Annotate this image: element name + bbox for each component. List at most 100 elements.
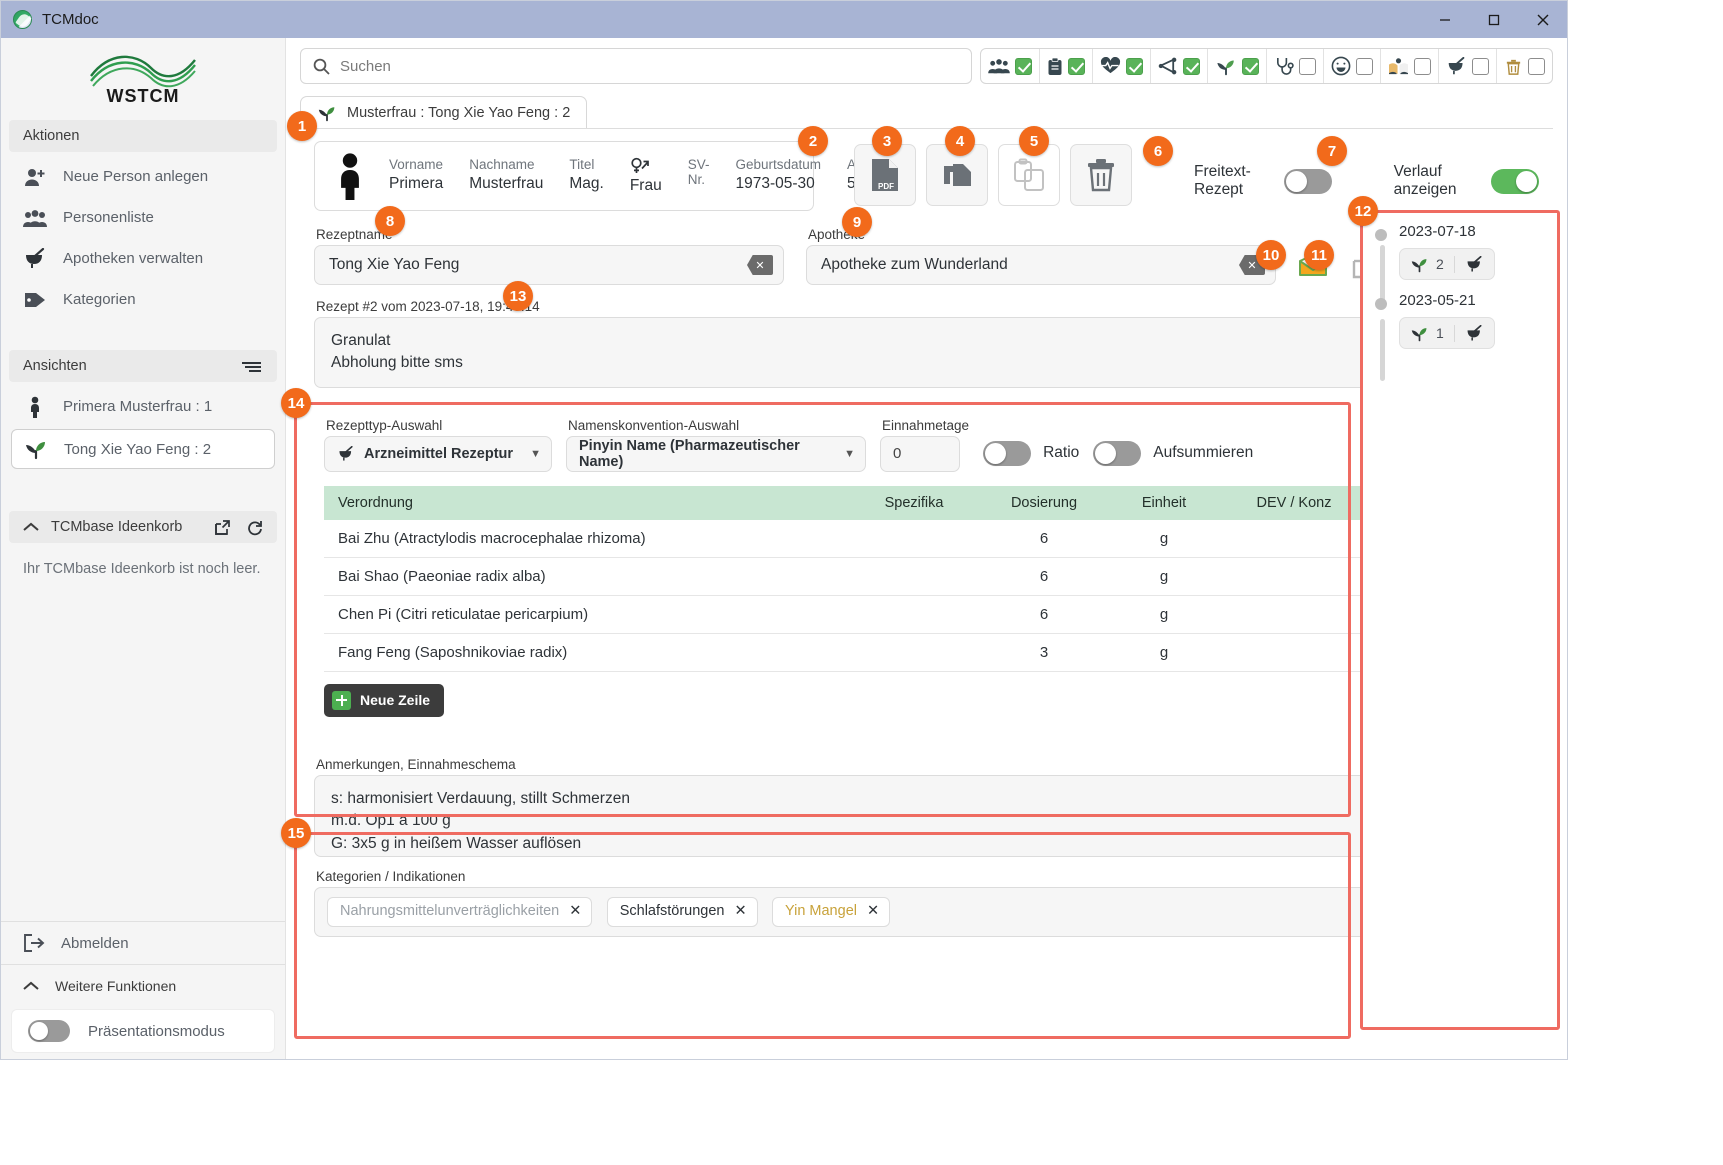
badge-3: 3 <box>872 126 902 156</box>
sidebar-item-label: Apotheken verwalten <box>63 250 203 267</box>
timeline-pill[interactable]: 1 <box>1399 317 1495 349</box>
filter-diagnose[interactable] <box>1093 49 1151 83</box>
field-value: Frau <box>630 177 662 195</box>
sidebar-item-neue-person-anlegen[interactable]: Neue Person anlegen <box>1 156 285 197</box>
filter-untersuchung[interactable] <box>1267 49 1324 83</box>
filter-akupunktur-checkbox[interactable] <box>1183 58 1200 75</box>
svg-text:WSTCM: WSTCM <box>107 86 180 106</box>
close-button[interactable] <box>1518 1 1567 38</box>
timeline-pill[interactable]: 2 <box>1399 248 1495 280</box>
timeline-rail <box>1379 227 1386 1017</box>
verlauf-anzeigen-toggle[interactable] <box>1491 169 1539 194</box>
timeline-rezept-segment[interactable]: 1 <box>1400 325 1454 342</box>
new-row-button[interactable]: Neue Zeile <box>324 684 444 717</box>
sidebar-item-weitere-funktionen[interactable]: Weitere Funktionen <box>1 965 285 1007</box>
list-options-icon[interactable] <box>241 359 263 373</box>
column-dosierung[interactable]: Dosierung <box>984 486 1104 520</box>
filter-apotheke[interactable] <box>1439 49 1497 83</box>
remove-icon[interactable]: ✕ <box>569 901 581 922</box>
ratio-toggle[interactable] <box>983 441 1031 466</box>
namenskonvention-select[interactable]: Pinyin Name (Pharmazeutischer Name) ▼ <box>566 436 866 472</box>
table-row[interactable]: Bai Zhu (Atractylodis macrocephalae rhiz… <box>324 520 1364 558</box>
badge-8: 8 <box>375 206 405 236</box>
window-title: TCMdoc <box>42 11 99 28</box>
window-controls <box>1420 1 1567 38</box>
filter-befund-checkbox[interactable] <box>1068 58 1085 75</box>
sidebar-section-ideenkorb[interactable]: TCMbase Ideenkorb <box>9 511 277 543</box>
presentation-mode-row[interactable]: Präsentationsmodus <box>11 1009 275 1053</box>
column-verordnung[interactable]: Verordnung <box>324 486 844 520</box>
sidebar-item-label: Personenliste <box>63 209 154 226</box>
aufsummieren-label: Aufsummieren <box>1153 444 1253 462</box>
column-dev-konz[interactable]: DEV / Konz <box>1224 486 1364 520</box>
filter-diagnose-checkbox[interactable] <box>1126 58 1143 75</box>
table-row[interactable]: Fang Feng (Saposhnikoviae radix) 3 g <box>324 633 1364 671</box>
sidebar-item-label: Weitere Funktionen <box>55 978 176 994</box>
notes-box[interactable]: s: harmonisiert Verdauung, stillt Schmer… <box>314 775 1374 857</box>
table-row[interactable]: Chen Pi (Citri reticulatae pericarpium) … <box>324 595 1364 633</box>
rezeptname-input[interactable]: Tong Xie Yao Feng ✕ <box>314 245 784 285</box>
timeline-apotheke-segment[interactable] <box>1454 256 1494 273</box>
badge-6: 6 <box>1143 136 1173 166</box>
filter-akupunktur[interactable] <box>1151 49 1208 83</box>
sidebar-view-tong-xie-yao-feng[interactable]: Tong Xie Yao Feng : 2 <box>11 429 275 469</box>
filter-lehre-checkbox[interactable] <box>1414 58 1431 75</box>
filter-rezept[interactable] <box>1208 49 1267 83</box>
aufsummieren-toggle[interactable] <box>1093 441 1141 466</box>
cell-spezifika <box>844 520 984 558</box>
table-row[interactable]: Bai Shao (Paeoniae radix alba) 6 g <box>324 557 1364 595</box>
filter-rezept-checkbox[interactable] <box>1242 58 1259 75</box>
sidebar-item-personenliste[interactable]: Personenliste <box>1 197 285 238</box>
sidebar-item-abmelden[interactable]: Abmelden <box>1 922 285 964</box>
filter-personen[interactable] <box>981 49 1040 83</box>
timeline-entry[interactable]: 2023-05-21 1 <box>1399 292 1557 349</box>
timeline-entry[interactable]: 2023-07-18 2 <box>1399 223 1557 280</box>
filter-zunge[interactable] <box>1324 49 1381 83</box>
timeline-apotheke-segment[interactable] <box>1454 325 1494 342</box>
category-chip[interactable]: Nahrungsmittelunverträglichkeiten ✕ <box>327 897 592 927</box>
sidebar-item-apotheken-verwalten[interactable]: Apotheken verwalten <box>1 238 285 279</box>
einnahmetage-input[interactable]: 0 <box>880 436 960 472</box>
category-chip[interactable]: Schlafstörungen ✕ <box>607 897 758 927</box>
minimize-button[interactable] <box>1420 1 1469 38</box>
presentation-mode-toggle[interactable] <box>28 1020 70 1042</box>
refresh-icon[interactable] <box>245 519 263 536</box>
category-chip[interactable]: Yin Mangel ✕ <box>772 897 890 927</box>
remove-icon[interactable]: ✕ <box>735 901 747 922</box>
remove-icon[interactable]: ✕ <box>867 901 879 922</box>
timeline-date: 2023-05-21 <box>1399 292 1557 309</box>
filter-zunge-checkbox[interactable] <box>1356 58 1373 75</box>
freitext-rezept-toggle[interactable] <box>1284 169 1332 194</box>
filter-papierkorb[interactable] <box>1497 49 1552 83</box>
logout-icon <box>23 934 45 952</box>
external-link-icon[interactable] <box>214 519 231 536</box>
sidebar-item-kategorien[interactable]: Kategorien <box>1 279 285 320</box>
table-header-row: Verordnung Spezifika Dosierung Einheit D… <box>324 486 1364 520</box>
delete-button[interactable] <box>1070 144 1132 206</box>
notes-label: Anmerkungen, Einnahmeschema <box>316 757 1374 772</box>
apotheke-input[interactable]: Apotheke zum Wunderland ✕ <box>806 245 1276 285</box>
sidebar-view-primera-musterfrau[interactable]: Primera Musterfrau : 1 <box>1 386 285 427</box>
filter-apotheke-checkbox[interactable] <box>1472 58 1489 75</box>
column-einheit[interactable]: Einheit <box>1104 486 1224 520</box>
filter-personen-checkbox[interactable] <box>1015 58 1032 75</box>
patient-field-nachname: Nachname Musterfrau <box>469 157 543 195</box>
maximize-button[interactable] <box>1469 1 1518 38</box>
filter-untersuchung-checkbox[interactable] <box>1299 58 1316 75</box>
patient-field-sv-nr: SV-Nr. <box>688 157 710 195</box>
timeline-count: 2 <box>1436 256 1444 272</box>
badge-9: 9 <box>842 207 872 237</box>
tab-musterfrau-tong-xie-yao-feng[interactable]: Musterfrau : Tong Xie Yao Feng : 2 <box>300 96 587 128</box>
clear-icon[interactable]: ✕ <box>747 255 773 275</box>
filter-papierkorb-checkbox[interactable] <box>1528 58 1545 75</box>
search-input[interactable]: Suchen <box>300 48 972 84</box>
column-spezifika[interactable]: Spezifika <box>844 486 984 520</box>
rezepttyp-select[interactable]: Arzneimittel Rezeptur ▼ <box>324 436 552 472</box>
timeline-rezept-segment[interactable]: 2 <box>1400 256 1454 273</box>
memo-box[interactable]: Granulat Abholung bitte sms <box>314 317 1374 388</box>
patient-card[interactable]: Vorname Primera Nachname Musterfrau Tite… <box>314 141 814 211</box>
filter-befund[interactable] <box>1040 49 1093 83</box>
badge-2: 2 <box>798 126 828 156</box>
cell-dosierung: 6 <box>984 557 1104 595</box>
filter-lehre[interactable] <box>1381 49 1439 83</box>
